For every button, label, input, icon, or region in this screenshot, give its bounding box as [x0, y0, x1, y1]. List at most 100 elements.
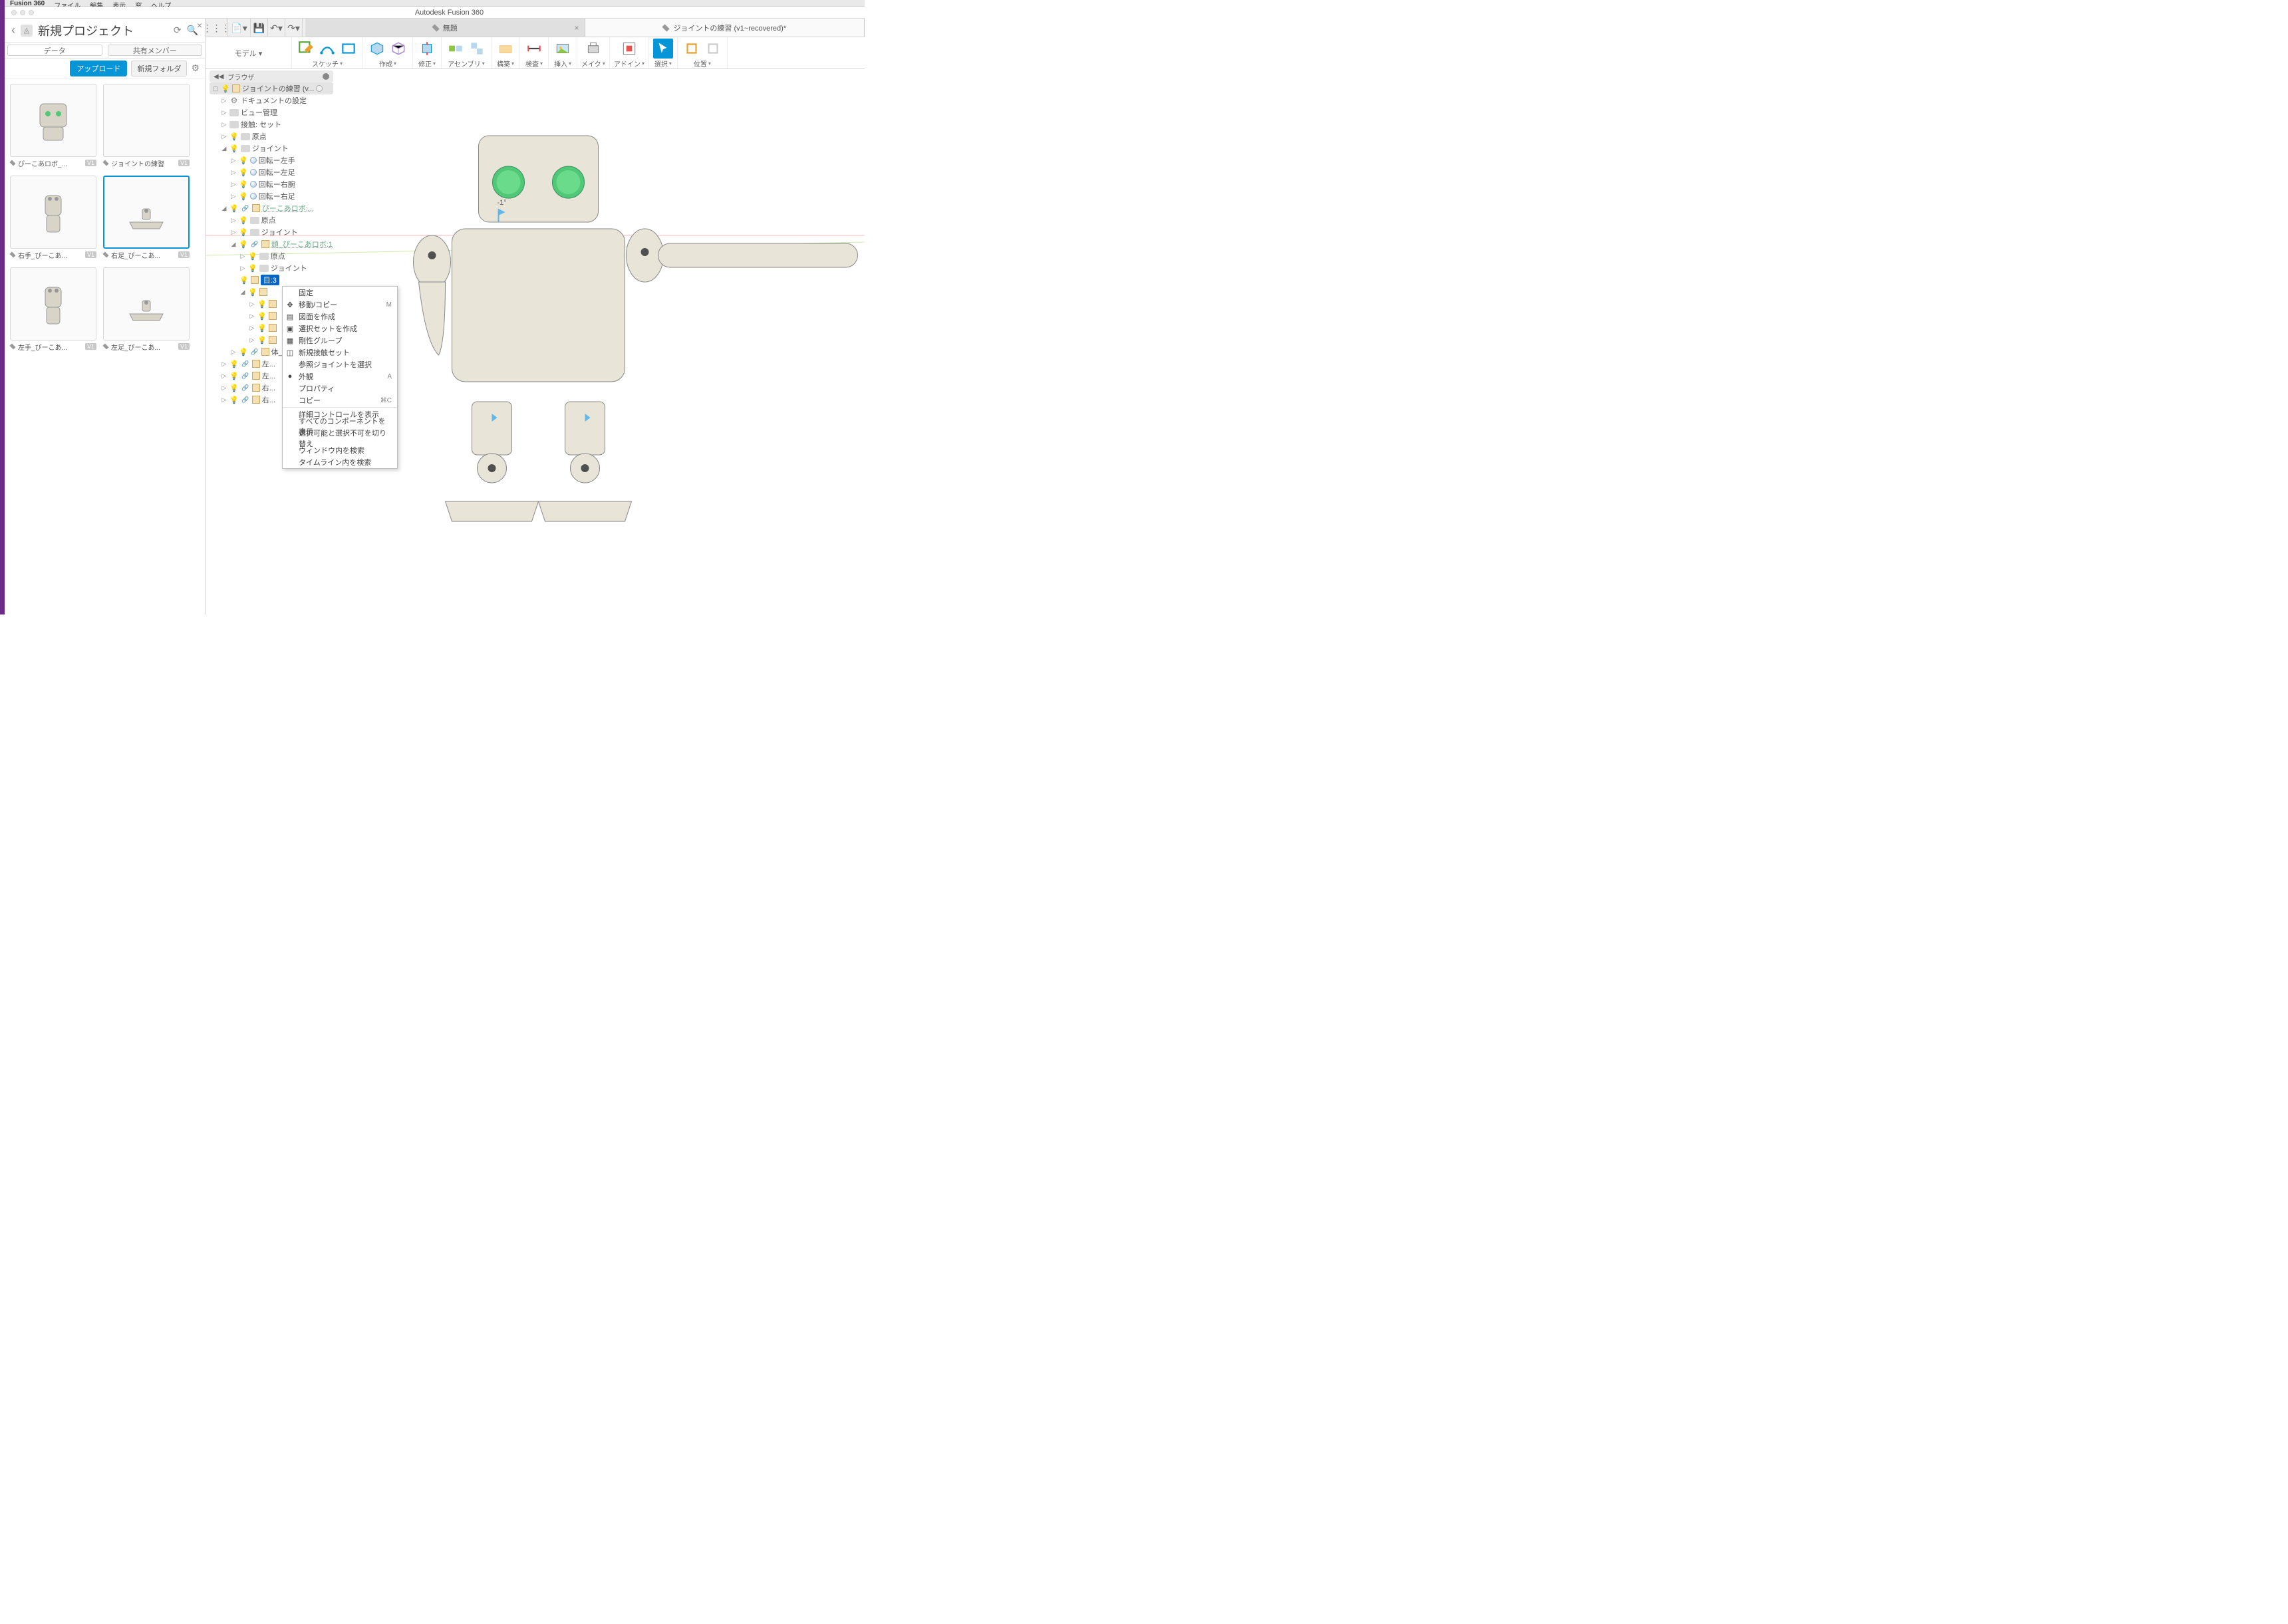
ribbon-group-addin: アドイン	[610, 37, 649, 68]
context-menu-item[interactable]: ▦剛性グループ	[283, 335, 397, 346]
ribbon-label[interactable]: 構築	[497, 59, 514, 68]
pin-icon[interactable]	[323, 73, 329, 80]
version-badge: V1	[85, 251, 96, 258]
menu-label: プロパティ	[299, 383, 335, 394]
close-icon[interactable]: ×	[197, 20, 202, 31]
ribbon-label[interactable]: 修正	[418, 59, 436, 68]
traffic-lights[interactable]	[5, 10, 34, 15]
joint-icon[interactable]	[446, 39, 466, 59]
menu-label: 図面を作成	[299, 311, 335, 322]
context-menu-item[interactable]: コピー⌘C	[283, 394, 397, 406]
activate-radio[interactable]	[316, 85, 323, 92]
box-icon[interactable]	[367, 39, 387, 59]
thumbnail-item[interactable]: 右手_ぴーこあ...V1	[10, 176, 96, 261]
tree-view-mgmt[interactable]: ▷ビュー管理	[210, 106, 333, 118]
line-icon[interactable]	[317, 39, 337, 59]
context-menu-item[interactable]: タイムライン内を検索	[283, 456, 397, 468]
thumbnail-item[interactable]: 左足_ぴーこあ...V1	[103, 267, 190, 352]
context-menu-item[interactable]: ◫新規接触セット	[283, 346, 397, 358]
context-menu-item[interactable]: ▤図面を作成	[283, 311, 397, 323]
doc-tab-untitled[interactable]: 無題 ×	[305, 19, 585, 37]
rectangle-icon[interactable]	[339, 39, 358, 59]
thumbnail-item[interactable]: 左手_ぴーこあ...V1	[10, 267, 96, 352]
context-menu-item[interactable]: 参照ジョイントを選択	[283, 358, 397, 370]
refresh-icon[interactable]: ⟳	[174, 25, 182, 36]
tree-head-origin[interactable]: ▷💡原点	[210, 250, 333, 262]
tree-joints[interactable]: ◢💡ジョイント	[210, 142, 333, 154]
new-folder-button[interactable]: 新規フォルダ	[131, 61, 187, 76]
tab-label: ジョイントの練習 (v1~recovered)*	[673, 23, 786, 33]
ribbon-label[interactable]: 作成	[379, 59, 396, 68]
tree-contact-set[interactable]: ▷接触: セット	[210, 118, 333, 130]
context-menu-item[interactable]: ●外観A	[283, 370, 397, 382]
close-icon[interactable]: ×	[574, 23, 579, 33]
tree-origin[interactable]: ▷💡原点	[210, 130, 333, 142]
thumb-name: 左手_ぴーこあ...	[18, 342, 82, 352]
decal-icon[interactable]	[553, 39, 573, 59]
ribbon-group-inspect: 検査	[520, 37, 549, 68]
select-icon[interactable]	[653, 39, 673, 59]
tree-component-robo[interactable]: ◢💡ぴーこあロボ:...	[210, 202, 333, 214]
document-tabbar: 無題 × ジョイントの練習 (v1~recovered)*	[206, 19, 865, 37]
tree-root[interactable]: ▢💡ジョイントの練習 (v...	[210, 82, 333, 94]
undo-icon[interactable]: ↶▾	[268, 19, 285, 37]
context-menu-item[interactable]: ✥移動/コピーM	[283, 299, 397, 311]
ribbon-label[interactable]: 位置	[694, 59, 711, 68]
capture-position-icon[interactable]	[682, 39, 702, 59]
selset-icon: ▣	[285, 324, 295, 333]
tree-joint-item[interactable]: ▷💡回転ー右腕	[210, 178, 333, 190]
revert-position-icon[interactable]	[703, 39, 723, 59]
context-menu-item[interactable]: 選択可能と選択不可を切り替え	[283, 432, 397, 444]
as-built-joint-icon[interactable]	[467, 39, 487, 59]
press-pull-icon[interactable]	[417, 39, 437, 59]
tab-members[interactable]: 共有メンバー	[108, 45, 203, 56]
file-menu-icon[interactable]: 📄▾	[228, 19, 251, 37]
version-badge: V1	[178, 251, 190, 258]
context-menu-item[interactable]: ウィンドウ内を検索	[283, 444, 397, 456]
plane-icon[interactable]	[496, 39, 515, 59]
data-panel-icon[interactable]: ⋮⋮⋮	[206, 19, 228, 37]
left-accent-strip	[0, 0, 5, 614]
tree-comp-joint[interactable]: ▷💡ジョイント	[210, 226, 333, 238]
ribbon-label[interactable]: アドイン	[614, 59, 644, 68]
ribbon-label[interactable]: スケッチ	[312, 59, 343, 68]
thumbnail-item[interactable]: 右足_ぴーこあ...V1	[103, 176, 190, 261]
shortcut: A	[387, 373, 392, 380]
ribbon-label[interactable]: 検査	[525, 59, 543, 68]
tree-doc-settings[interactable]: ▷ドキュメントの設定	[210, 94, 333, 106]
print-icon[interactable]	[583, 39, 603, 59]
project-title: 新規プロジェクト	[38, 22, 168, 39]
measure-icon[interactable]	[524, 39, 544, 59]
context-menu-item[interactable]: 固定	[283, 287, 397, 299]
ribbon-label[interactable]: 選択	[654, 59, 672, 68]
tab-label: 無題	[443, 23, 458, 33]
tree-head-joint[interactable]: ▷💡ジョイント	[210, 262, 333, 274]
addin-icon[interactable]	[619, 39, 639, 59]
save-icon[interactable]: 💾	[251, 19, 268, 37]
doc-tab-joints[interactable]: ジョイントの練習 (v1~recovered)*	[585, 19, 865, 37]
tree-comp-origin[interactable]: ▷💡原点	[210, 214, 333, 226]
ribbon-group-sketch: スケッチ	[292, 37, 363, 68]
back-icon[interactable]: ‹	[11, 23, 15, 37]
workspace-selector[interactable]: モデル ▾	[206, 37, 292, 68]
tree-joint-item[interactable]: ▷💡回転ー左足	[210, 166, 333, 178]
thumb-name: 右手_ぴーこあ...	[18, 250, 82, 260]
upload-button[interactable]: アップロード	[70, 61, 127, 76]
ribbon-label[interactable]: アセンブリ	[448, 59, 485, 68]
ribbon-label[interactable]: メイク	[581, 59, 605, 68]
gear-icon[interactable]: ⚙	[191, 63, 200, 74]
thumbnail-item[interactable]: ジョイントの練習V1	[103, 84, 190, 169]
tab-data[interactable]: データ	[7, 45, 102, 56]
redo-icon[interactable]: ↷▾	[285, 19, 303, 37]
context-menu-item[interactable]: プロパティ	[283, 382, 397, 394]
context-menu-item[interactable]: ▣選択セットを作成	[283, 323, 397, 335]
tree-joint-item[interactable]: ▷💡回転ー左手	[210, 154, 333, 166]
tree-joint-item[interactable]: ▷💡回転ー右足	[210, 190, 333, 202]
ribbon-label[interactable]: 挿入	[554, 59, 571, 68]
thumbnail-item[interactable]: ぴーこあロボ_...V1	[10, 84, 96, 169]
tree-head-eye[interactable]: 💡目:3	[210, 274, 333, 286]
sketch-create-icon[interactable]	[296, 39, 316, 59]
extrude-icon[interactable]	[388, 39, 408, 59]
tree-component-head[interactable]: ◢💡頭_ぴーこあロボ:1	[210, 238, 333, 250]
browser-header[interactable]: ◀◀ ブラウザ	[210, 70, 333, 82]
